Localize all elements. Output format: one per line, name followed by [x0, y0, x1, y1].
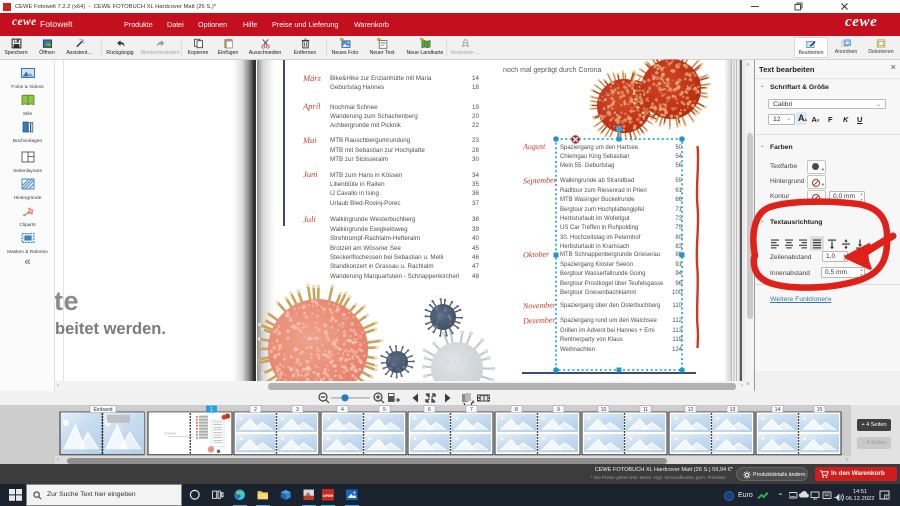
svg-text:7: 7 [470, 407, 473, 413]
svg-text:SCHEHN: SCHEHN [165, 431, 176, 435]
svg-text:13: 13 [730, 407, 736, 413]
svg-text:3: 3 [296, 407, 299, 413]
svg-text:2: 2 [254, 407, 257, 413]
svg-text:Einband: Einband [93, 407, 112, 413]
svg-text:4: 4 [341, 407, 344, 413]
svg-text:12: 12 [688, 407, 694, 413]
svg-text:10: 10 [601, 407, 607, 413]
svg-text:6: 6 [428, 407, 431, 413]
svg-text:9: 9 [557, 407, 560, 413]
svg-text:15: 15 [817, 407, 823, 413]
svg-text:8: 8 [515, 407, 518, 413]
svg-text:1: 1 [210, 407, 213, 413]
svg-text:14: 14 [775, 407, 781, 413]
svg-text:5: 5 [383, 407, 386, 413]
svg-text:cewe: cewe [323, 493, 334, 498]
svg-text:11: 11 [643, 407, 648, 413]
